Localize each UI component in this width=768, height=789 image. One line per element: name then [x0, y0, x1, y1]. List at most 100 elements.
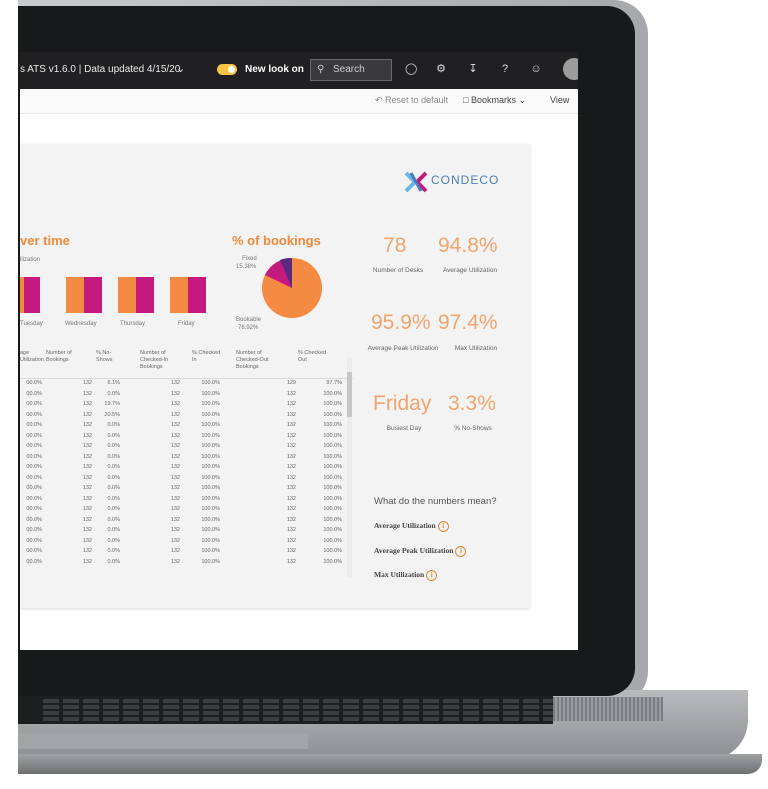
avatar[interactable] — [563, 58, 578, 80]
table-row[interactable]: 00.0% 132 0.0% 132 100.0% 132 100.0% — [20, 454, 353, 462]
table-cell: 132 — [82, 516, 92, 523]
table-cell: 0.0% — [107, 474, 120, 481]
info-icon[interactable]: i — [426, 570, 438, 581]
app-top-bar: s ATS v1.6.0 | Data updated 4/15/20 ⌄ Ne… — [20, 52, 578, 89]
view-button[interactable]: View — [550, 95, 569, 105]
speaker-grille — [553, 697, 663, 721]
table-scrollbar[interactable] — [347, 357, 352, 577]
table-row[interactable]: 00.0% 132 0.0% 132 100.0% 132 100.0% — [20, 548, 353, 556]
table-row[interactable]: 00.0% 132 0.0% 132 100.0% 132 100.0% — [20, 422, 353, 430]
info-icon[interactable]: i — [455, 546, 467, 557]
table-row[interactable]: 00.0% 132 0.0% 132 100.0% 132 100.0% — [20, 517, 353, 525]
table-row[interactable]: 00.0% 132 0.0% 132 100.0% 132 100.0% — [20, 559, 353, 567]
table-cell: 100.0% — [201, 411, 220, 418]
search-icon: ⚲ — [317, 64, 325, 75]
feedback-icon[interactable]: ☺ — [530, 63, 542, 75]
table-cell: 132 — [82, 380, 92, 386]
table-cell: 0.0% — [107, 537, 120, 544]
table-row[interactable]: 00.0% 132 20.5% 132 100.0% 132 100.0% — [20, 412, 353, 420]
kpi-value: 3.3% — [448, 392, 496, 415]
kpi-value: 95.9% — [371, 311, 431, 334]
column-header[interactable]: Number of Bookings — [46, 350, 78, 364]
table-row[interactable]: 00.0% 132 0.0% 132 100.0% 132 100.0% — [20, 464, 353, 472]
table-row[interactable]: 00.0% 132 0.0% 132 100.0% 132 100.0% — [20, 433, 353, 441]
download-icon[interactable]: ↧ — [467, 63, 479, 75]
info-max-utilization[interactable]: Max Utilization i — [374, 570, 438, 581]
table-cell: 100.0% — [201, 464, 220, 470]
new-look-label: New look on — [245, 64, 304, 75]
table-cell: 132 — [82, 558, 92, 565]
bookmarks-label: Bookmarks — [470, 95, 516, 105]
table-row[interactable]: 00.0% 132 0.0% 132 100.0% 132 100.0% — [20, 443, 353, 451]
column-header[interactable]: % No-Shows — [96, 350, 122, 364]
search-placeholder: Search — [333, 64, 365, 75]
kpi-label: Busiest Day — [386, 425, 422, 432]
numbers-meaning-title: What do the numbers mean? — [374, 496, 497, 507]
table-row[interactable]: 00.0% 132 0.0% 132 100.0% 132 100.0% — [20, 485, 353, 493]
table-cell: 0.0% — [107, 485, 120, 491]
help-icon[interactable]: ? — [499, 63, 511, 75]
table-cell: 132 — [170, 401, 180, 407]
table-cell: 132 — [82, 464, 92, 470]
table-cell: 132 — [82, 390, 92, 397]
chevron-down-icon[interactable]: ⌄ — [176, 62, 185, 75]
keyboard — [18, 696, 563, 724]
table-cell: 0.0% — [107, 527, 120, 533]
bar-magenta — [136, 277, 154, 313]
table-cell: 129 — [286, 380, 296, 386]
pie-fixed-value: 15.38% — [236, 264, 257, 270]
table-cell: 132 — [286, 474, 296, 481]
table-row[interactable]: 00.0% 132 0.0% 132 100.0% 132 100.0% — [20, 538, 353, 546]
new-look-toggle[interactable] — [217, 64, 237, 75]
info-icon[interactable]: i — [437, 521, 449, 532]
report-canvas: CONDECO ver time ilization Tuesday Wedne… — [20, 144, 530, 608]
info-label: Average Peak Utilization — [374, 546, 454, 556]
table-cell: 132 — [170, 422, 180, 428]
table-cell: 132 — [170, 443, 180, 449]
gear-icon[interactable]: ⚙ — [435, 63, 447, 75]
scrollbar-thumb[interactable] — [347, 372, 352, 417]
search-input[interactable]: ⚲ Search — [310, 59, 392, 81]
table-cell: 100.0% — [201, 548, 220, 554]
table-cell: 00.0% — [26, 516, 42, 523]
reset-to-default-button[interactable]: ↶ Reset to default — [375, 95, 448, 106]
table-cell: 100.0% — [201, 422, 220, 428]
kpi-value: 97.4% — [438, 311, 498, 334]
table-cell: 132 — [170, 527, 180, 533]
table-cell: 100.0% — [201, 390, 220, 397]
condeco-logo-icon — [404, 171, 428, 193]
table-row[interactable]: 00.0% 132 6.1% 132 100.0% 129 97.7% — [20, 380, 353, 388]
bookmarks-button[interactable]: □ Bookmarks ⌄ — [463, 95, 526, 106]
info-average-peak-utilization[interactable]: Average Peak Utilization i — [374, 546, 467, 557]
table-row[interactable]: 00.0% 132 0.0% 132 100.0% 132 100.0% — [20, 527, 353, 535]
table-row[interactable]: 00.0% 132 0.0% 132 100.0% 132 100.0% — [20, 475, 353, 483]
table-cell: 100.0% — [323, 548, 342, 554]
table-cell: 0.0% — [107, 516, 120, 523]
table-cell: 132 — [170, 516, 180, 523]
table-cell: 100.0% — [201, 443, 220, 449]
bar-orange — [170, 277, 188, 313]
table-row[interactable]: 00.0% 132 0.0% 132 100.0% 132 100.0% — [20, 391, 353, 399]
table-row[interactable]: 00.0% 132 0.0% 132 100.0% 132 100.0% — [20, 506, 353, 514]
table-cell: 132 — [170, 411, 180, 418]
table-cell: 100.0% — [201, 527, 220, 533]
table-row[interactable]: 00.0% 132 0.0% 132 100.0% 132 100.0% — [20, 496, 353, 504]
info-average-utilization[interactable]: Average Utilization i — [374, 521, 449, 532]
table-cell: 132 — [170, 548, 180, 554]
bar-orange — [118, 277, 136, 313]
column-header[interactable]: Number of Checked-In Bookings — [140, 350, 182, 371]
column-header[interactable]: Number of Checked-Out Bookings — [236, 350, 278, 371]
column-header[interactable]: % Checked In — [192, 350, 226, 364]
kpi-value: 94.8% — [438, 234, 498, 257]
day-label: Tuesday — [20, 321, 43, 327]
condeco-logo: CONDECO — [403, 169, 498, 200]
table-cell: 00.0% — [26, 485, 42, 491]
table-cell: 100.0% — [201, 401, 220, 407]
table-cell: 00.0% — [26, 506, 42, 512]
table-row[interactable]: 00.0% 132 19.7% 132 100.0% 132 100.0% — [20, 401, 353, 409]
column-header[interactable]: % Checked Out — [298, 350, 332, 364]
column-header[interactable]: age Utilization — [20, 350, 44, 364]
table-cell: 97.7% — [326, 380, 342, 386]
table-cell: 100.0% — [201, 558, 220, 565]
bell-icon[interactable]: ◯ — [405, 63, 417, 75]
